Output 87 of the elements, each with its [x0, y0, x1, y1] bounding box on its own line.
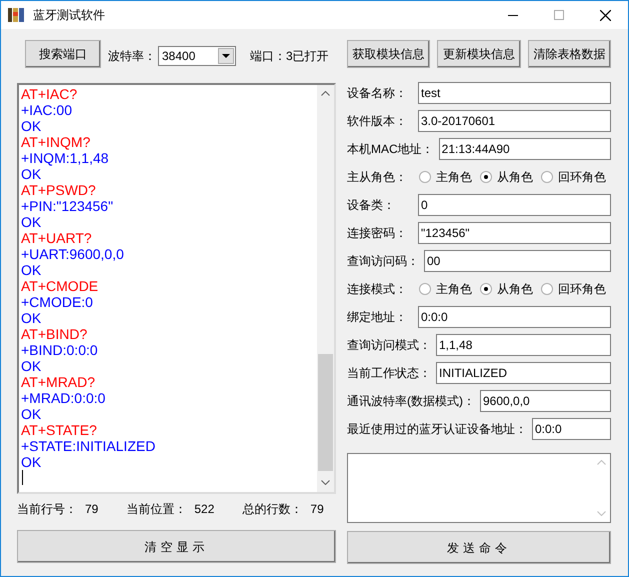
field-label: 通讯波特率(数据模式)：	[347, 393, 475, 410]
status-value: 79	[85, 501, 98, 518]
baud-rate-label: 波特率：	[108, 48, 156, 65]
baud-rate-value: 38400	[162, 48, 196, 65]
maximize-icon	[554, 10, 564, 20]
radio-button[interactable]	[419, 283, 431, 295]
command-line: AT+CMODE	[21, 278, 100, 294]
command-line: AT+UART?	[21, 230, 93, 246]
response-line: +STATE:INITIALIZED	[21, 438, 156, 454]
port-status: 端口：3已打开	[250, 48, 329, 65]
radio-button[interactable]	[480, 171, 492, 183]
radio-button[interactable]	[480, 283, 492, 295]
response-line: +MRAD:0:0:0	[21, 390, 106, 406]
command-line: AT+BIND?	[21, 326, 88, 342]
radio-label: 主角色	[436, 169, 472, 186]
send-command-button[interactable]: 发送命令	[347, 531, 611, 564]
command-line: AT+PSWD?	[21, 182, 97, 198]
baud-rate-select[interactable]: 38400	[158, 46, 236, 66]
status-label: 当前行号：	[17, 501, 77, 518]
response-line: +UART:9600,0,0	[21, 246, 125, 262]
command-line: AT+IAC?	[21, 86, 78, 102]
response-line: +IAC:00	[21, 102, 73, 118]
scroll-up-icon[interactable]	[321, 91, 330, 96]
field-label: 本机MAC地址：	[347, 141, 434, 158]
input-field[interactable]: 0:0:0	[418, 306, 611, 328]
action-button[interactable]: 更新模块信息	[437, 40, 521, 68]
response-line: OK	[21, 166, 42, 182]
field-label: 当前工作状态：	[347, 365, 431, 382]
app-icon	[7, 6, 25, 24]
response-line: +INQM:1,1,48	[21, 150, 110, 166]
input-field[interactable]: 00	[424, 250, 611, 272]
radio-label: 回环角色	[558, 281, 606, 298]
radio-label: 主角色	[436, 281, 472, 298]
command-line: AT+INQM?	[21, 134, 92, 150]
input-field[interactable]: test	[418, 82, 611, 104]
status-label: 总的行数：	[242, 501, 302, 518]
field-label: 查询访问模式：	[347, 337, 431, 354]
input-field[interactable]: "123456"	[418, 222, 611, 244]
input-field[interactable]: 1,1,48	[436, 334, 611, 356]
input-field[interactable]: 3.0-20170601	[418, 110, 611, 132]
radio-button[interactable]	[541, 283, 553, 295]
response-line: +BIND:0:0:0	[21, 342, 99, 358]
field-label: 设备类：	[347, 197, 396, 214]
radio-label: 从角色	[497, 169, 533, 186]
field-label: 查询访问码：	[347, 253, 419, 270]
response-line: +PIN:"123456"	[21, 198, 114, 214]
log-area[interactable]: AT+IAC? +IAC:00 OK AT+INQM? +INQM:1,1,48 OK AT+PSWD? +PIN:"123456" OK AT+UART? +UART:9600,0,0 OK AT+CMODE +CMODE:0 OK AT+BIND? +BIND:0:0:0 OK AT+MRAD? +MRAD:0:0:0 OK AT+STATE? +STATE:INITIALIZED OK	[17, 83, 336, 494]
field-label: 连接模式：	[347, 281, 408, 298]
command-line: AT+MRAD?	[21, 374, 96, 390]
clear-display-button[interactable]: 清空显示	[17, 530, 336, 563]
input-field[interactable]: 0	[418, 194, 611, 216]
input-field[interactable]: 21:13:44A90	[438, 138, 611, 160]
field-label: 最近使用过的蓝牙认证设备地址：	[347, 421, 527, 438]
response-line: OK	[21, 262, 42, 278]
response-line: +CMODE:0	[21, 294, 94, 310]
scroll-down-icon[interactable]	[321, 480, 330, 485]
response-line: OK	[21, 454, 42, 470]
close-icon	[600, 10, 610, 20]
search-port-button[interactable]: 搜索端口	[25, 40, 101, 68]
input-field[interactable]: INITIALIZED	[436, 362, 611, 384]
response-line: OK	[21, 118, 42, 134]
window-title: 蓝牙测试软件	[33, 7, 105, 24]
input-field[interactable]: 0:0:0	[532, 418, 611, 440]
input-field[interactable]: 9600,0,0	[480, 390, 611, 412]
action-button[interactable]: 获取模块信息	[347, 40, 430, 68]
radio-button[interactable]	[419, 171, 431, 183]
response-line: OK	[21, 358, 42, 374]
response-line: OK	[21, 310, 42, 326]
field-label: 绑定地址：	[347, 309, 408, 326]
status-value: 522	[194, 501, 214, 518]
minimize-icon	[508, 14, 518, 16]
field-label: 软件版本：	[347, 113, 408, 130]
scrollbar[interactable]	[317, 85, 334, 492]
command-line: AT+STATE?	[21, 422, 98, 438]
text-cursor	[22, 470, 23, 485]
scrollbar-thumb[interactable]	[318, 354, 333, 471]
radio-button[interactable]	[541, 171, 553, 183]
action-button[interactable]: 清除表格数据	[528, 40, 611, 68]
field-label: 主从角色：	[347, 169, 408, 186]
response-line: OK	[21, 214, 42, 230]
field-label: 连接密码：	[347, 225, 408, 242]
status-value: 79	[310, 501, 324, 518]
radio-label: 回环角色	[558, 169, 606, 186]
response-line: OK	[21, 406, 42, 422]
status-label: 当前位置：	[126, 501, 186, 518]
radio-label: 从角色	[497, 281, 533, 298]
field-label: 设备名称：	[347, 85, 408, 102]
